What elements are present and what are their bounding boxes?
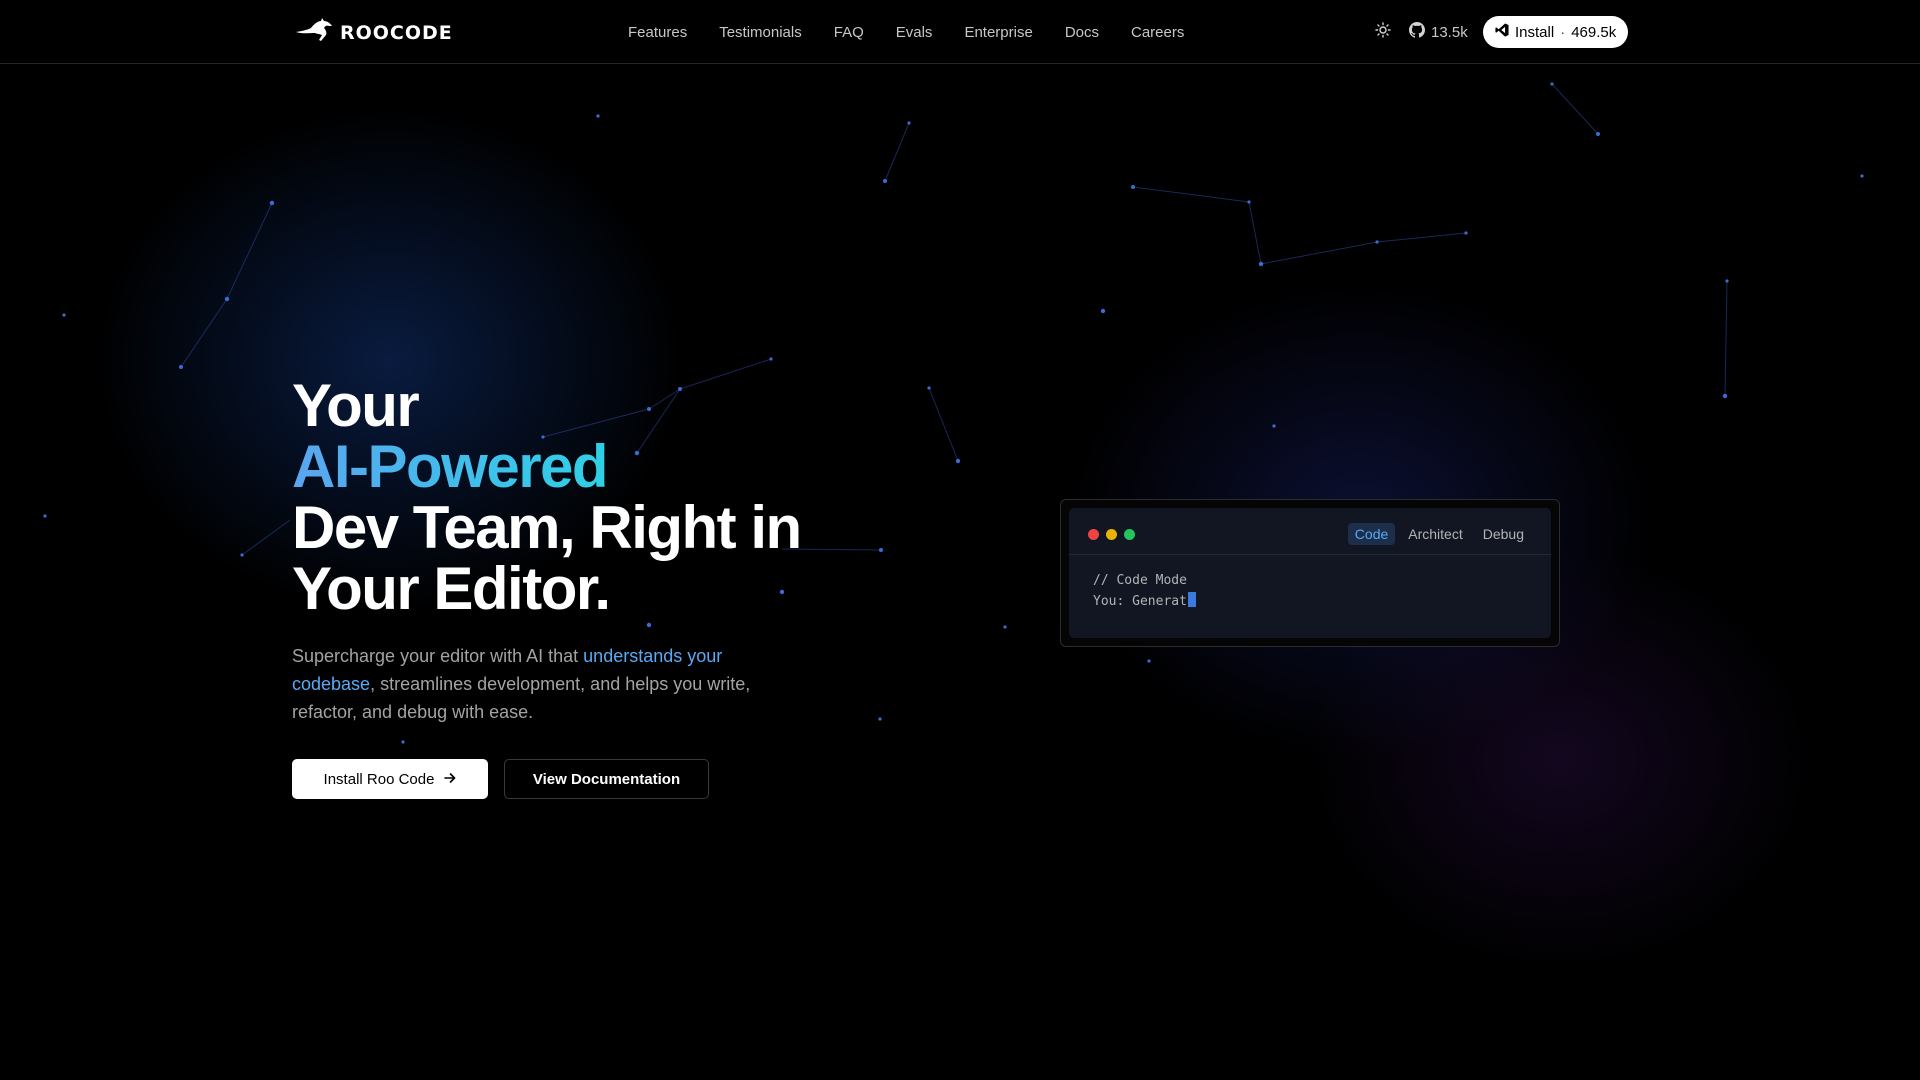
- nav-testimonials[interactable]: Testimonials: [719, 24, 802, 41]
- code-line-prompt: You: Generat: [1093, 591, 1196, 612]
- sun-icon: [1375, 21, 1391, 43]
- background-glow: [0, 0, 1920, 1080]
- hero-title-line4: Your Editor.: [292, 555, 611, 622]
- main-nav: Features Testimonials FAQ Evals Enterpri…: [628, 0, 1184, 64]
- code-prompt-text: You: Generat: [1093, 594, 1187, 609]
- minimize-dot-icon: [1106, 529, 1117, 540]
- code-line-comment: // Code Mode: [1093, 573, 1187, 588]
- install-count: 469.5k: [1571, 23, 1617, 41]
- install-roo-code-label: Install Roo Code: [323, 770, 435, 788]
- nav-evals[interactable]: Evals: [896, 24, 933, 41]
- logo[interactable]: ROOCODE: [294, 18, 453, 47]
- particle-network: [43, 82, 1864, 744]
- editor-titlebar: Code Architect Debug: [1069, 508, 1551, 555]
- view-documentation-button[interactable]: View Documentation: [504, 759, 709, 799]
- install-separator: ·: [1560, 23, 1566, 41]
- install-extension-button[interactable]: Install · 469.5k: [1483, 16, 1629, 48]
- hero-title-accent: AI-Powered: [292, 433, 609, 500]
- editor-preview-card: Code Architect Debug // Code Mode You: G…: [1060, 499, 1560, 647]
- site-header: ROOCODE Features Testimonials FAQ Evals …: [0, 0, 1920, 64]
- hero-title: Your AI-Powered Dev Team, Right in Your …: [292, 375, 912, 619]
- theme-toggle-button[interactable]: [1373, 21, 1393, 43]
- maximize-dot-icon: [1124, 529, 1135, 540]
- code-area: // Code Mode You: Generat: [1093, 570, 1196, 612]
- close-dot-icon: [1088, 529, 1099, 540]
- tab-architect[interactable]: Architect: [1401, 523, 1469, 545]
- github-icon: [1409, 22, 1425, 42]
- install-label: Install: [1515, 23, 1555, 41]
- hero-title-line1: Your: [292, 372, 420, 439]
- github-stars-link[interactable]: 13.5k: [1409, 22, 1468, 42]
- arrow-right-icon: [444, 771, 456, 788]
- tab-debug[interactable]: Debug: [1476, 523, 1531, 545]
- nav-docs[interactable]: Docs: [1065, 24, 1099, 41]
- nav-features[interactable]: Features: [628, 24, 687, 41]
- hero-subtitle-start: Supercharge your editor with AI that: [292, 646, 584, 666]
- nav-careers[interactable]: Careers: [1131, 24, 1184, 41]
- nav-faq[interactable]: FAQ: [834, 24, 864, 41]
- hero-title-line3: Dev Team, Right in: [292, 494, 802, 561]
- window-controls: [1088, 529, 1135, 540]
- vscode-icon: [1495, 23, 1509, 41]
- install-roo-code-button[interactable]: Install Roo Code: [292, 759, 488, 799]
- editor-window: Code Architect Debug // Code Mode You: G…: [1069, 508, 1551, 638]
- kangaroo-logo-icon: [294, 18, 334, 47]
- text-cursor: [1187, 592, 1196, 607]
- nav-enterprise[interactable]: Enterprise: [964, 24, 1032, 41]
- github-star-count: 13.5k: [1431, 23, 1468, 41]
- logo-text: ROOCODE: [340, 21, 453, 44]
- hero-subtitle: Supercharge your editor with AI that und…: [292, 642, 762, 726]
- mode-tabs: Code Architect Debug: [1347, 523, 1531, 545]
- tab-code[interactable]: Code: [1347, 523, 1396, 545]
